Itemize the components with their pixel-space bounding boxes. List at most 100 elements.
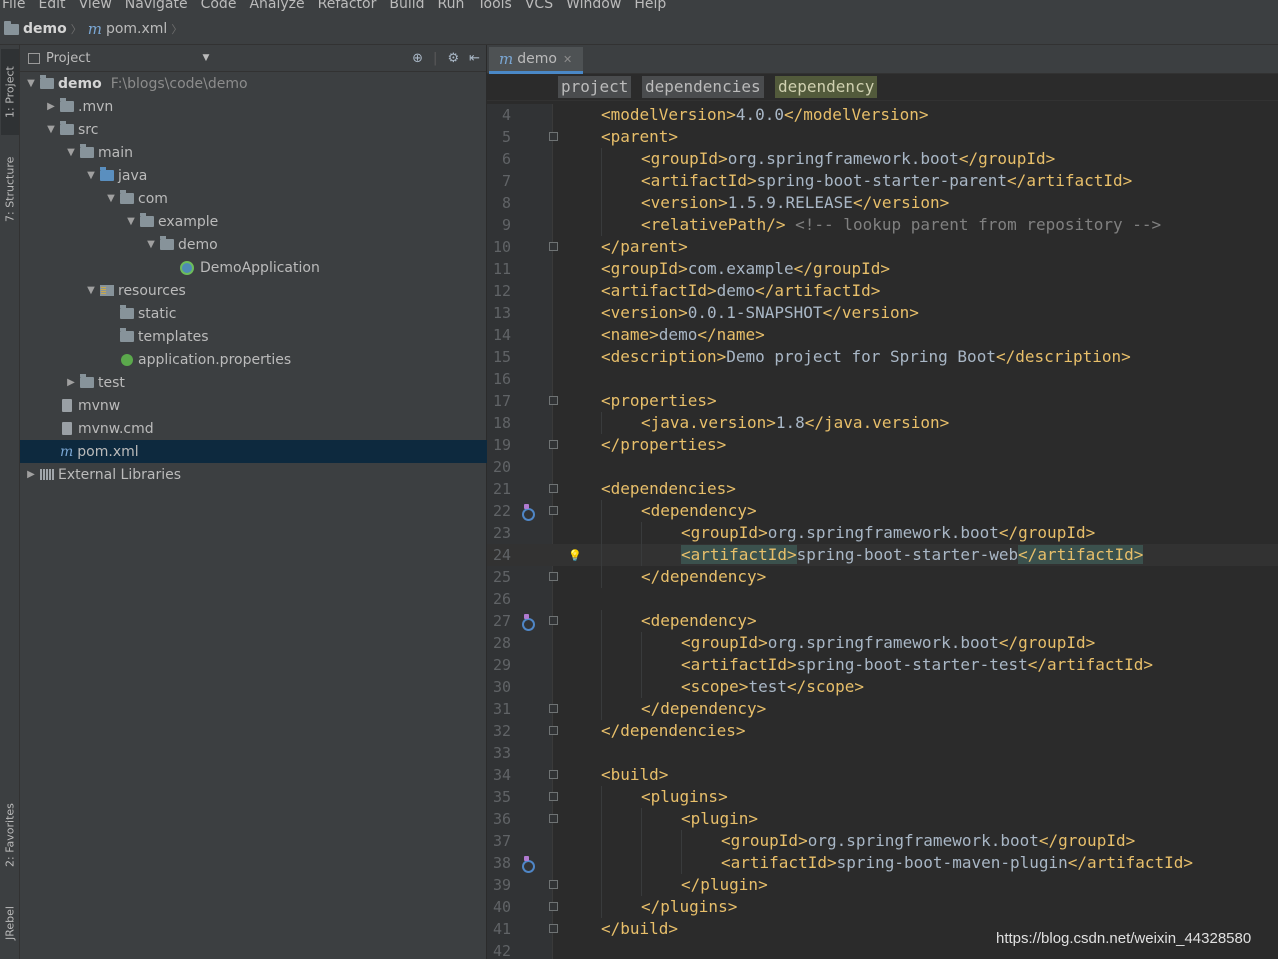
- code-line[interactable]: 15 <description>Demo project for Spring B…: [487, 346, 1278, 368]
- menu-item-analyze[interactable]: Analyze: [249, 0, 304, 12]
- expand-arrow-icon[interactable]: ▼: [44, 124, 58, 135]
- collapse-arrow-icon[interactable]: ▶: [64, 377, 78, 388]
- code-line[interactable]: 35 <plugins>: [487, 786, 1278, 808]
- expand-arrow-icon[interactable]: ▼: [124, 216, 138, 227]
- tree-item-application-properties[interactable]: application.properties: [20, 348, 487, 371]
- code-line[interactable]: 27 <dependency>: [487, 610, 1278, 632]
- chevron-down-icon[interactable]: ▼: [202, 53, 209, 63]
- menu-item-refactor[interactable]: Refactor: [318, 0, 377, 12]
- tree-item-com[interactable]: ▼ com: [20, 187, 487, 210]
- fold-marker-icon[interactable]: [549, 440, 558, 449]
- code-line[interactable]: 11 <groupId>com.example</groupId>: [487, 258, 1278, 280]
- code-line[interactable]: 20: [487, 456, 1278, 478]
- code-line[interactable]: 23 <groupId>org.springframework.boot</gro…: [487, 522, 1278, 544]
- tree-item--mvn[interactable]: ▶ .mvn: [20, 95, 487, 118]
- hide-icon[interactable]: ⇤: [469, 51, 480, 66]
- expand-arrow-icon[interactable]: ▼: [84, 285, 98, 296]
- fold-marker-icon[interactable]: [549, 902, 558, 911]
- menu-item-run[interactable]: Run: [438, 0, 465, 12]
- menu-item-vcs[interactable]: VCS: [525, 0, 553, 12]
- expand-arrow-icon[interactable]: ▼: [24, 78, 38, 89]
- fold-marker-icon[interactable]: [549, 726, 558, 735]
- tree-item-mvnw-cmd[interactable]: mvnw.cmd: [20, 417, 487, 440]
- code-line[interactable]: 32 </dependencies>: [487, 720, 1278, 742]
- fold-marker-icon[interactable]: [549, 924, 558, 933]
- fold-marker-icon[interactable]: [549, 396, 558, 405]
- expand-arrow-icon[interactable]: ▼: [84, 170, 98, 181]
- tree-item-external-libraries[interactable]: ▶ External Libraries: [20, 463, 487, 486]
- code-line[interactable]: 14 <name>demo</name>: [487, 324, 1278, 346]
- code-line[interactable]: 39 </plugin>: [487, 874, 1278, 896]
- scroll-from-source-icon[interactable]: ⊕: [412, 51, 423, 66]
- menu-item-file[interactable]: File: [2, 0, 25, 12]
- code-line[interactable]: 31 </dependency>: [487, 698, 1278, 720]
- collapse-arrow-icon[interactable]: ▶: [44, 101, 58, 112]
- gear-icon[interactable]: ⚙: [447, 51, 459, 66]
- code-line[interactable]: 7 <artifactId>spring-boot-starter-parent<…: [487, 170, 1278, 192]
- maven-dependency-gutter-icon[interactable]: [521, 856, 535, 873]
- code-line[interactable]: 22 <dependency>: [487, 500, 1278, 522]
- fold-marker-icon[interactable]: [549, 132, 558, 141]
- code-line[interactable]: 25 </dependency>: [487, 566, 1278, 588]
- tree-item-demo[interactable]: ▼ demo F:\blogs\code\demo: [20, 72, 487, 95]
- xml-crumb-project[interactable]: project: [558, 76, 632, 98]
- fold-marker-icon[interactable]: [549, 704, 558, 713]
- tree-item-example[interactable]: ▼ example: [20, 210, 487, 233]
- close-icon[interactable]: ✕: [563, 53, 572, 66]
- lightbulb-icon[interactable]: 💡: [568, 545, 582, 567]
- project-view-selector[interactable]: Project: [46, 51, 90, 66]
- code-line[interactable]: 13 <version>0.0.1-SNAPSHOT</version>: [487, 302, 1278, 324]
- breadcrumb-project[interactable]: demo 〉: [4, 20, 88, 37]
- tree-item-demoapplication[interactable]: DemoApplication: [20, 256, 487, 279]
- code-line[interactable]: 38 <artifactId>spring-boot-maven-plugin</…: [487, 852, 1278, 874]
- code-line[interactable]: 17 <properties>: [487, 390, 1278, 412]
- collapse-arrow-icon[interactable]: ▶: [24, 469, 38, 480]
- tree-item-java[interactable]: ▼ java: [20, 164, 487, 187]
- tree-item-main[interactable]: ▼ main: [20, 141, 487, 164]
- fold-marker-icon[interactable]: [549, 484, 558, 493]
- code-line[interactable]: 40 </plugins>: [487, 896, 1278, 918]
- menu-item-view[interactable]: View: [79, 0, 112, 12]
- code-line[interactable]: 6 <groupId>org.springframework.boot</grou…: [487, 148, 1278, 170]
- code-line[interactable]: 9 <relativePath/> <!-- lookup parent from…: [487, 214, 1278, 236]
- menu-item-tools[interactable]: Tools: [477, 0, 512, 12]
- fold-marker-icon[interactable]: [549, 770, 558, 779]
- menu-item-help[interactable]: Help: [634, 0, 666, 12]
- code-line[interactable]: 21 <dependencies>: [487, 478, 1278, 500]
- breadcrumb-file[interactable]: m pom.xml 〉: [88, 20, 189, 38]
- code-line[interactable]: 5 <parent>: [487, 126, 1278, 148]
- tree-item-templates[interactable]: templates: [20, 325, 487, 348]
- fold-marker-icon[interactable]: [549, 880, 558, 889]
- menu-item-navigate[interactable]: Navigate: [125, 0, 188, 12]
- code-line[interactable]: 18 <java.version>1.8</java.version>: [487, 412, 1278, 434]
- tree-item-resources[interactable]: ▼ resources: [20, 279, 487, 302]
- code-line[interactable]: 26: [487, 588, 1278, 610]
- code-line[interactable]: 4 <modelVersion>4.0.0</modelVersion>: [487, 104, 1278, 126]
- fold-marker-icon[interactable]: [549, 792, 558, 801]
- code-line[interactable]: 34 <build>: [487, 764, 1278, 786]
- code-line[interactable]: 8 <version>1.5.9.RELEASE</version>: [487, 192, 1278, 214]
- tree-item-static[interactable]: static: [20, 302, 487, 325]
- code-line[interactable]: 28 <groupId>org.springframework.boot</gro…: [487, 632, 1278, 654]
- code-editor[interactable]: 4 <modelVersion>4.0.0</modelVersion> 5 <par…: [487, 104, 1278, 959]
- code-line[interactable]: 16: [487, 368, 1278, 390]
- fold-marker-icon[interactable]: [549, 506, 558, 515]
- tree-item-test[interactable]: ▶ test: [20, 371, 487, 394]
- expand-arrow-icon[interactable]: ▼: [104, 193, 118, 204]
- tree-item-mvnw[interactable]: mvnw: [20, 394, 487, 417]
- tool-tab-favorites[interactable]: 2: Favorites: [1, 790, 19, 880]
- tool-tab-structure[interactable]: 7: Structure: [1, 143, 19, 235]
- menu-item-edit[interactable]: Edit: [38, 0, 65, 12]
- menu-item-window[interactable]: Window: [566, 0, 621, 12]
- fold-marker-icon[interactable]: [549, 242, 558, 251]
- maven-dependency-gutter-icon[interactable]: [521, 504, 535, 521]
- maven-dependency-gutter-icon[interactable]: [521, 614, 535, 631]
- xml-crumb-dependencies[interactable]: dependencies: [642, 76, 764, 98]
- tree-item-src[interactable]: ▼ src: [20, 118, 487, 141]
- code-line[interactable]: 30 <scope>test</scope>: [487, 676, 1278, 698]
- tree-item-pom-xml[interactable]: m pom.xml: [20, 440, 487, 463]
- code-line[interactable]: 33: [487, 742, 1278, 764]
- tool-tab-project[interactable]: 1: Project: [1, 49, 19, 135]
- fold-marker-icon[interactable]: [549, 814, 558, 823]
- fold-marker-icon[interactable]: [549, 572, 558, 581]
